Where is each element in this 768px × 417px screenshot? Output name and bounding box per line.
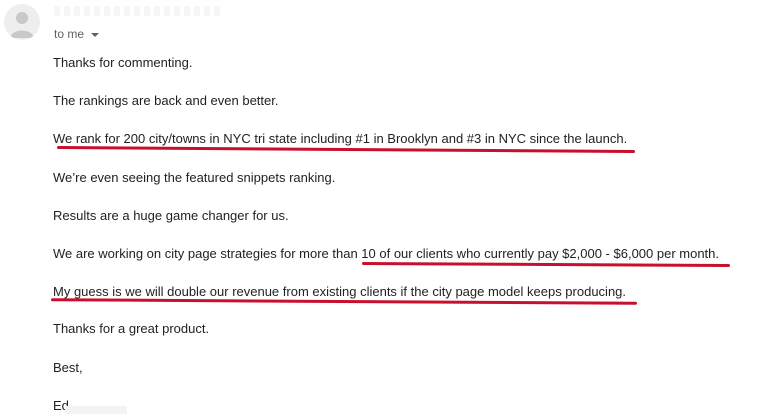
person-icon bbox=[10, 12, 34, 38]
email-line-9: Best, bbox=[53, 360, 83, 375]
email-line-2: The rankings are back and even better. bbox=[53, 93, 279, 108]
sender-name-redacted bbox=[54, 6, 224, 16]
highlight-underline-2 bbox=[361, 262, 731, 267]
email-line-1: Thanks for commenting. bbox=[53, 55, 193, 70]
email-line-4: We’re even seeing the featured snippets … bbox=[53, 170, 336, 185]
recipient-label: to me bbox=[54, 27, 85, 41]
email-line-8: Thanks for a great product. bbox=[53, 321, 210, 336]
signature-redacted bbox=[65, 406, 127, 414]
email-line-3: We rank for 200 city/towns in NYC tri st… bbox=[53, 131, 628, 146]
email-line-6: We are working on city page strategies f… bbox=[53, 246, 720, 261]
highlight-underline-1 bbox=[56, 145, 636, 154]
email-line-7: My guess is we will double our revenue f… bbox=[53, 284, 627, 299]
chevron-down-icon bbox=[91, 32, 100, 37]
email-line-5: Results are a huge game changer for us. bbox=[53, 208, 289, 223]
recipient-details-toggle[interactable]: to me bbox=[54, 27, 100, 41]
sender-avatar[interactable] bbox=[4, 4, 40, 40]
